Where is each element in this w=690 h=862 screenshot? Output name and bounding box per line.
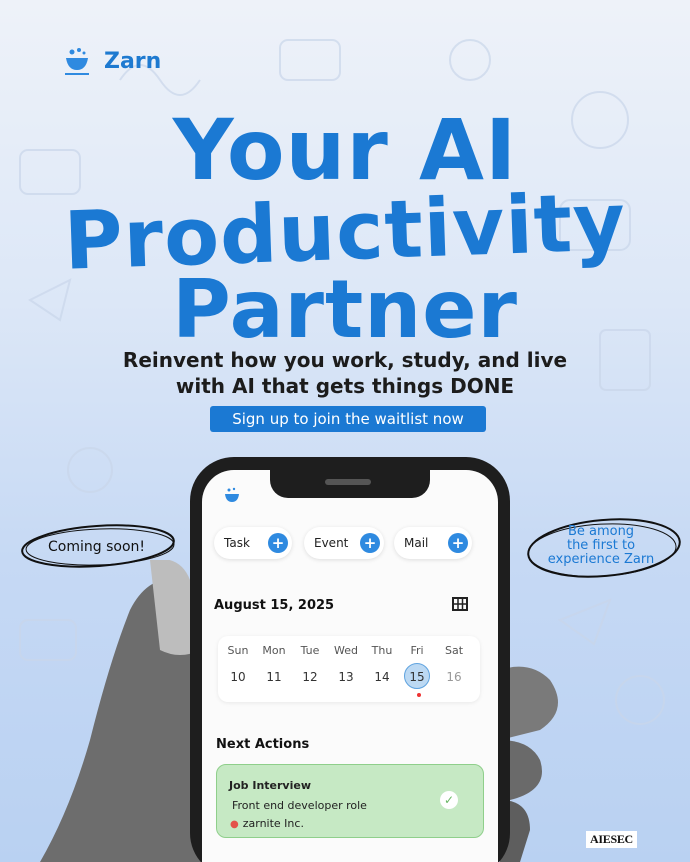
- coming-soon-label: Coming soon!: [48, 539, 145, 555]
- date-cell[interactable]: 13: [329, 670, 363, 684]
- subheadline-line-1: Reinvent how you work, study, and live: [122, 348, 568, 372]
- app-logo-icon: [225, 487, 239, 502]
- card-company-row: ● zarnite Inc.: [230, 817, 304, 830]
- plus-icon[interactable]: +: [268, 533, 288, 553]
- event-label: Event: [314, 536, 349, 550]
- grid-icon[interactable]: [452, 597, 468, 611]
- date-cell[interactable]: 12: [293, 670, 327, 684]
- task-chip[interactable]: Task +: [214, 527, 292, 559]
- next-actions-title: Next Actions: [216, 737, 310, 752]
- date-cell[interactable]: 16: [437, 670, 471, 684]
- brand-logo[interactable]: Zarn: [60, 44, 161, 78]
- weekday-label: Tue: [300, 644, 320, 657]
- weekday-label: Sun: [227, 644, 249, 657]
- event-chip[interactable]: Event +: [304, 527, 384, 559]
- date-cell[interactable]: 11: [257, 670, 291, 684]
- waitlist-signup-button[interactable]: Sign up to join the waitlist now: [210, 406, 486, 432]
- card-role: Front end developer role: [232, 799, 367, 812]
- pin-icon: ●: [230, 819, 239, 830]
- event-dot: [417, 693, 421, 697]
- card-company: zarnite Inc.: [242, 817, 304, 830]
- weekday-label: Mon: [262, 644, 286, 657]
- date-cell[interactable]: 14: [365, 670, 399, 684]
- be-among-line-2: the first to: [566, 538, 636, 553]
- weekday-label: Wed: [334, 644, 358, 657]
- date-cell-selected[interactable]: 15: [400, 670, 434, 684]
- brand-name: Zarn: [104, 48, 162, 74]
- weekday-label: Sat: [444, 644, 464, 657]
- task-label: Task: [224, 536, 250, 550]
- date-cell[interactable]: 10: [221, 670, 255, 684]
- plus-icon[interactable]: +: [448, 533, 468, 553]
- weekday-label: Thu: [371, 644, 393, 657]
- mail-label: Mail: [404, 536, 429, 550]
- weekday-label: Fri: [410, 644, 424, 657]
- be-among-line-1: Be among: [567, 524, 635, 539]
- footer-brand: AIESEC: [586, 831, 637, 848]
- mail-chip[interactable]: Mail +: [394, 527, 472, 559]
- card-title: Job Interview: [229, 779, 311, 792]
- subheadline-line-2: with AI that gets things DONE: [175, 374, 515, 398]
- cup-icon: [65, 48, 89, 75]
- phone-speaker: [325, 479, 371, 485]
- check-icon[interactable]: ✓: [440, 791, 458, 809]
- date-title: August 15, 2025: [214, 598, 335, 613]
- headline-line-3: Partner: [172, 263, 518, 356]
- plus-icon[interactable]: +: [360, 533, 380, 553]
